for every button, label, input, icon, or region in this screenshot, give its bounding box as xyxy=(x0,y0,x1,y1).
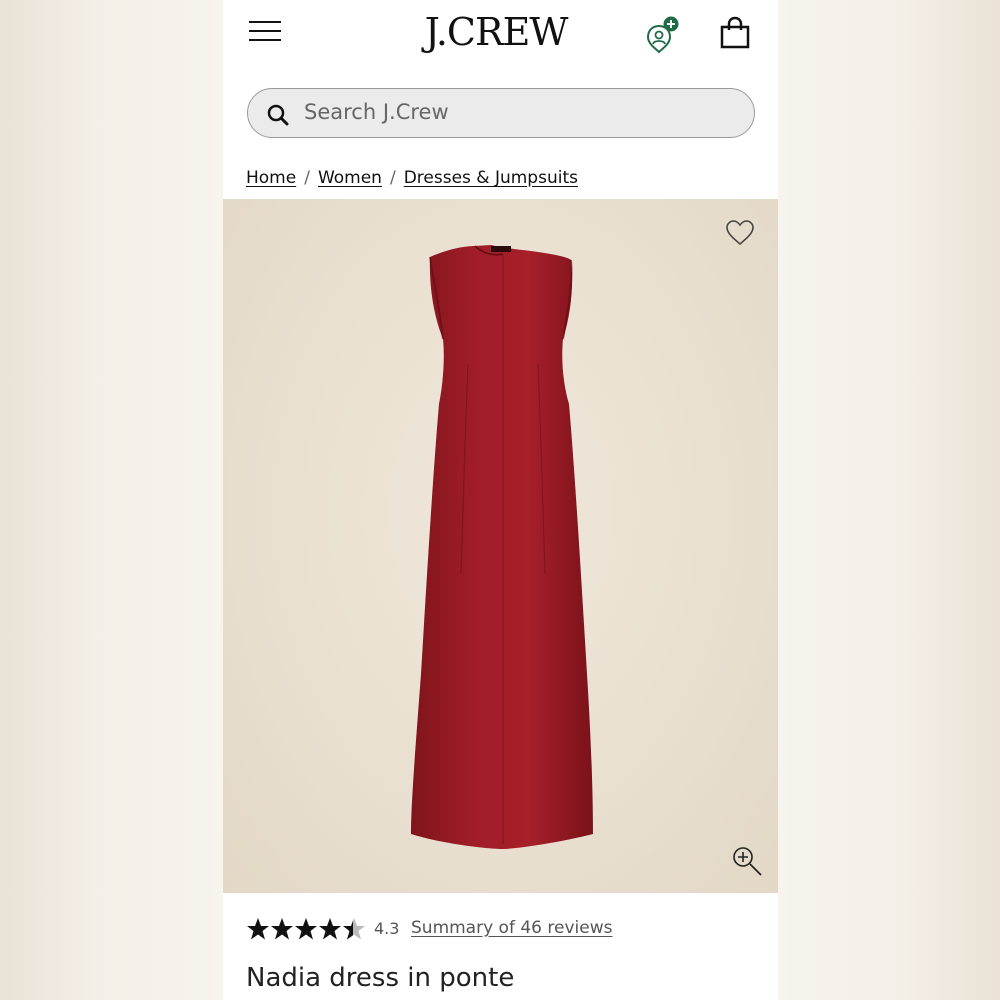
search-input[interactable]: Search J.Crew xyxy=(304,100,449,124)
product-image[interactable] xyxy=(223,199,778,893)
zoom-in-icon[interactable] xyxy=(731,845,763,877)
search-bar[interactable]: Search J.Crew xyxy=(247,88,755,138)
shopping-bag-icon[interactable] xyxy=(719,16,751,50)
rewards-account-icon[interactable] xyxy=(644,16,682,54)
product-title: Nadia dress in ponte xyxy=(246,963,515,993)
search-icon xyxy=(266,103,290,127)
breadcrumb-separator: / xyxy=(304,168,310,188)
reviews-summary-link[interactable]: Summary of 46 reviews xyxy=(411,918,612,938)
breadcrumb-dresses-jumpsuits[interactable]: Dresses & Jumpsuits xyxy=(404,168,578,188)
product-rating: 4.3 Summary of 46 reviews xyxy=(246,916,766,942)
breadcrumb: Home / Women / Dresses & Jumpsuits xyxy=(246,168,578,188)
product-page: J.CREW Search J.Crew Home / Women / Dres… xyxy=(223,0,778,1000)
hamburger-menu-icon[interactable] xyxy=(249,20,281,42)
site-header: J.CREW xyxy=(223,0,778,72)
brand-logo[interactable]: J.CREW xyxy=(416,10,576,54)
breadcrumb-home[interactable]: Home xyxy=(246,168,296,188)
star-rating-icon xyxy=(246,916,368,942)
dress-image xyxy=(403,244,603,849)
breadcrumb-women[interactable]: Women xyxy=(318,168,382,188)
rating-value: 4.3 xyxy=(374,919,400,938)
breadcrumb-separator: / xyxy=(389,168,396,188)
heart-icon[interactable] xyxy=(725,219,755,247)
